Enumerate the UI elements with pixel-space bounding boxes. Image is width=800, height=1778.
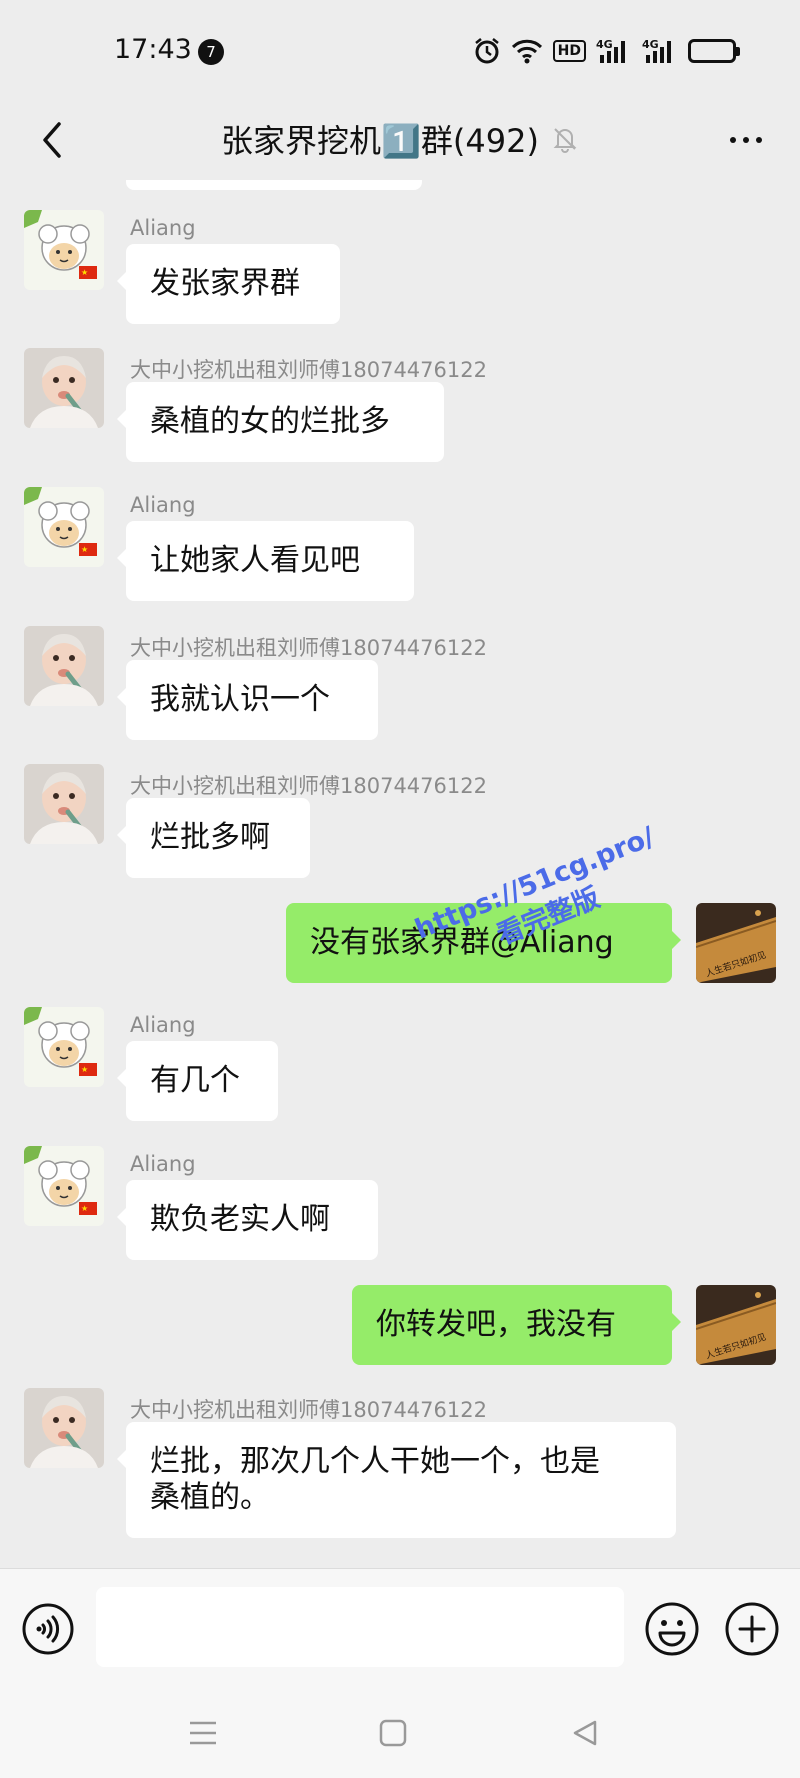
emoji-button[interactable] bbox=[644, 1601, 700, 1657]
message-bubble[interactable]: 烂批多啊 bbox=[117, 798, 310, 878]
more-button[interactable] bbox=[716, 112, 776, 168]
message-bubble[interactable]: 发张家界群 bbox=[117, 244, 340, 324]
message-input[interactable] bbox=[96, 1587, 624, 1667]
back-triangle-icon bbox=[573, 1720, 597, 1746]
sender-name: Aliang bbox=[130, 1013, 196, 1037]
plus-icon bbox=[725, 1602, 779, 1656]
svg-text:★: ★ bbox=[81, 268, 88, 277]
chat-title-wrap[interactable]: 张家界挖机1️⃣群(492) bbox=[0, 116, 800, 162]
svg-text:★: ★ bbox=[81, 1204, 88, 1213]
voice-button[interactable] bbox=[20, 1601, 76, 1657]
self-avatar[interactable]: 人生若只如初见 bbox=[696, 1285, 776, 1365]
notification-badge: 7 bbox=[198, 39, 224, 65]
menu-button[interactable] bbox=[178, 1708, 228, 1758]
sheep-avatar[interactable]: ★ bbox=[24, 1007, 104, 1087]
self-avatar[interactable]: 人生若只如初见 bbox=[696, 903, 776, 983]
home-button[interactable] bbox=[368, 1708, 418, 1758]
chat-title: 张家界挖机1️⃣群(492) bbox=[221, 122, 539, 160]
message-bubble[interactable]: 你转发吧，我没有 bbox=[352, 1285, 681, 1365]
home-square-icon bbox=[379, 1719, 407, 1747]
svg-text:4G: 4G bbox=[642, 38, 659, 51]
sheep-avatar[interactable]: ★ bbox=[24, 487, 104, 567]
input-bar bbox=[0, 1568, 800, 1688]
system-nav-bar bbox=[0, 1688, 800, 1778]
plus-button[interactable] bbox=[724, 1601, 780, 1657]
svg-text:★: ★ bbox=[81, 545, 88, 554]
status-bar: 17:43 7 HD 4G 4G bbox=[0, 0, 800, 100]
message-bubble[interactable]: 有几个 bbox=[117, 1041, 278, 1121]
sender-name: Aliang bbox=[130, 1152, 196, 1176]
bell-muted-icon bbox=[551, 125, 579, 153]
emoji-icon bbox=[645, 1602, 699, 1656]
more-dot bbox=[756, 137, 762, 143]
message-bubble[interactable]: 烂批，那次几个人干她一个，也是 桑植的。 bbox=[117, 1422, 676, 1538]
sender-name: 大中小挖机出租刘师傅18074476122 bbox=[130, 636, 487, 660]
menu-icon bbox=[190, 1721, 216, 1745]
baby-avatar[interactable] bbox=[24, 348, 104, 428]
battery-icon bbox=[688, 36, 740, 66]
status-time: 17:43 bbox=[114, 34, 192, 65]
message-bubble[interactable]: 让她家人看见吧 bbox=[117, 521, 414, 601]
status-icons: HD 4G 4G bbox=[473, 36, 740, 66]
sheep-avatar[interactable]: ★ bbox=[24, 1146, 104, 1226]
sender-name: 大中小挖机出租刘师傅18074476122 bbox=[130, 774, 487, 798]
sender-name: 大中小挖机出租刘师傅18074476122 bbox=[130, 358, 487, 382]
more-dot bbox=[743, 137, 749, 143]
hd-icon: HD bbox=[552, 40, 586, 62]
sender-name: 大中小挖机出租刘师傅18074476122 bbox=[130, 1398, 487, 1422]
chat-message-list[interactable]: ★ Aliang 发张家界群 大中小挖机出租刘师傅18074476122 桑植的女的烂批… bbox=[0, 180, 800, 1568]
message-bubble[interactable]: 我就认识一个 bbox=[117, 660, 378, 740]
svg-text:★: ★ bbox=[81, 1065, 88, 1074]
signal-4g-icon: 4G bbox=[596, 36, 632, 66]
back-nav-button[interactable] bbox=[560, 1708, 610, 1758]
voice-icon bbox=[22, 1603, 74, 1655]
chat-header: 张家界挖机1️⃣群(492) bbox=[0, 100, 800, 180]
svg-text:4G: 4G bbox=[596, 38, 613, 51]
cut-off-bubble bbox=[126, 180, 422, 190]
message-bubble[interactable]: 欺负老实人啊 bbox=[117, 1180, 378, 1260]
more-dots-icon bbox=[730, 137, 736, 143]
message-bubble[interactable]: 桑植的女的烂批多 bbox=[117, 382, 444, 462]
baby-avatar[interactable] bbox=[24, 1388, 104, 1468]
signal-4g-icon: 4G bbox=[642, 36, 678, 66]
wifi-icon bbox=[511, 36, 543, 66]
alarm-icon bbox=[473, 36, 501, 66]
sender-name: Aliang bbox=[130, 493, 196, 517]
sheep-avatar[interactable]: ★ bbox=[24, 210, 104, 290]
baby-avatar[interactable] bbox=[24, 626, 104, 706]
sender-name: Aliang bbox=[130, 216, 196, 240]
baby-avatar[interactable] bbox=[24, 764, 104, 844]
